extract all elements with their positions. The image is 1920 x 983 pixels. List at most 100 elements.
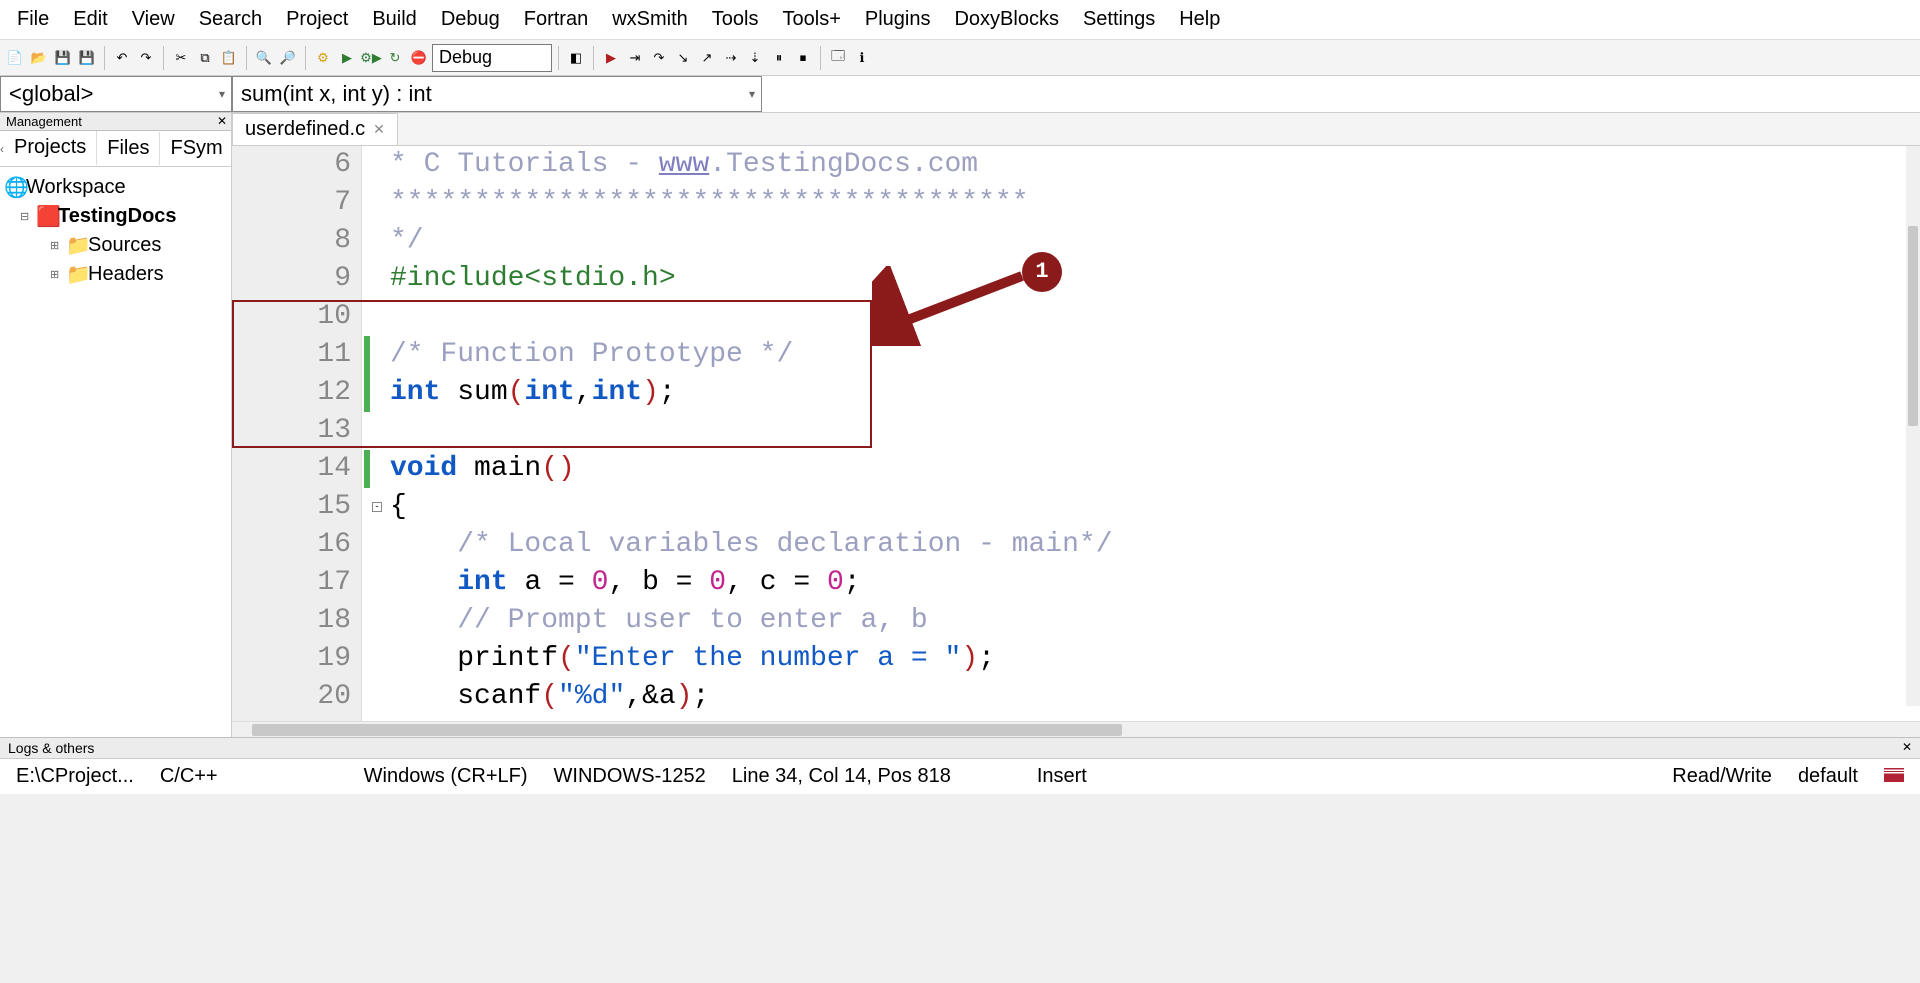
- run-to-cursor-icon[interactable]: ⇥: [624, 47, 646, 69]
- editor-tab-label: userdefined.c: [245, 118, 365, 141]
- line-number-gutter: 67891011121314151617181920: [232, 146, 362, 721]
- save-all-icon[interactable]: 💾: [76, 47, 98, 69]
- step-into-instr-icon[interactable]: ⇣: [744, 47, 766, 69]
- tree-project-label: TestingDocs: [58, 205, 177, 228]
- menu-fortran[interactable]: Fortran: [513, 4, 599, 35]
- menu-help[interactable]: Help: [1168, 4, 1231, 35]
- logs-title-label: Logs & others: [8, 740, 94, 756]
- undo-icon[interactable]: ↶: [111, 47, 133, 69]
- status-readwrite: Read/Write: [1660, 763, 1784, 790]
- management-tabs: ‹ Projects Files FSym ›: [0, 131, 231, 167]
- tree-workspace[interactable]: 🌐 Workspace: [2, 173, 229, 202]
- abort-icon[interactable]: ⛔: [408, 47, 430, 69]
- build-icon[interactable]: ⚙: [312, 47, 334, 69]
- toggle-source-header-icon[interactable]: ◧: [565, 47, 587, 69]
- scope-select-function[interactable]: sum(int x, int y) : int: [232, 76, 762, 112]
- management-title-label: Management: [6, 114, 82, 129]
- close-icon[interactable]: ✕: [217, 114, 227, 128]
- build-run-icon[interactable]: ⚙▶: [360, 47, 382, 69]
- tab-projects[interactable]: Projects: [4, 131, 97, 166]
- paste-icon[interactable]: 📋: [218, 47, 240, 69]
- horizontal-scrollbar[interactable]: [232, 721, 1920, 737]
- menu-tools[interactable]: Tools: [701, 4, 770, 35]
- workspace-icon: 🌐: [4, 175, 22, 200]
- redo-icon[interactable]: ↷: [135, 47, 157, 69]
- menu-debug[interactable]: Debug: [430, 4, 511, 35]
- status-profile: default: [1786, 763, 1870, 790]
- tree-sources[interactable]: ⊞ 📁 Sources: [2, 231, 229, 260]
- editor-tabs: userdefined.c ✕: [232, 113, 1920, 146]
- cut-icon[interactable]: ✂: [170, 47, 192, 69]
- menu-view[interactable]: View: [121, 4, 186, 35]
- next-line-icon[interactable]: ↷: [648, 47, 670, 69]
- debug-continue-icon[interactable]: ▶: [600, 47, 622, 69]
- fold-column: -: [372, 146, 384, 721]
- run-icon[interactable]: ▶: [336, 47, 358, 69]
- tab-files[interactable]: Files: [97, 132, 160, 165]
- code-content[interactable]: * C Tutorials - www.TestingDocs.com*****…: [384, 146, 1920, 721]
- project-tree: 🌐 Workspace ⊟ 🟥 TestingDocs ⊞ 📁 Sources …: [0, 167, 231, 295]
- tree-headers-label: Headers: [88, 263, 164, 286]
- stop-debugger-icon[interactable]: ⏹: [792, 47, 814, 69]
- replace-icon[interactable]: 🔎: [277, 47, 299, 69]
- close-logs-icon[interactable]: ✕: [1902, 740, 1912, 756]
- tree-toggle-icon[interactable]: ⊞: [50, 239, 62, 252]
- logs-panel-title: Logs & others ✕: [0, 737, 1920, 758]
- status-eol: Windows (CR+LF): [352, 763, 540, 790]
- editor-panel: userdefined.c ✕ 678910111213141516171819…: [232, 113, 1920, 737]
- menubar: File Edit View Search Project Build Debu…: [0, 0, 1920, 40]
- folder-icon: 📁: [66, 233, 84, 258]
- annotation-badge: 1: [1022, 252, 1062, 292]
- new-file-icon[interactable]: 📄: [4, 47, 26, 69]
- vertical-scrollbar[interactable]: [1906, 146, 1920, 706]
- menu-wxsmith[interactable]: wxSmith: [601, 4, 699, 35]
- next-instr-icon[interactable]: ⇢: [720, 47, 742, 69]
- menu-edit[interactable]: Edit: [62, 4, 118, 35]
- menu-settings[interactable]: Settings: [1072, 4, 1166, 35]
- status-encoding: WINDOWS-1252: [542, 763, 718, 790]
- tree-project[interactable]: ⊟ 🟥 TestingDocs: [2, 202, 229, 231]
- menu-build[interactable]: Build: [361, 4, 427, 35]
- save-icon[interactable]: 💾: [52, 47, 74, 69]
- menu-plugins[interactable]: Plugins: [854, 4, 942, 35]
- status-cursor-position: Line 34, Col 14, Pos 818: [720, 763, 963, 790]
- status-insert-mode: Insert: [1025, 763, 1099, 790]
- status-language: C/C++: [148, 763, 230, 790]
- horizontal-scrollbar-thumb[interactable]: [252, 724, 1122, 736]
- rebuild-icon[interactable]: ↻: [384, 47, 406, 69]
- status-locale-flag-icon: [1872, 763, 1916, 790]
- debugging-windows-icon[interactable]: 🗔: [827, 47, 849, 69]
- tree-workspace-label: Workspace: [26, 176, 126, 199]
- menu-file[interactable]: File: [6, 4, 60, 35]
- status-path: E:\CProject...: [4, 763, 146, 790]
- statusbar: E:\CProject... C/C++ Windows (CR+LF) WIN…: [0, 758, 1920, 794]
- vertical-scrollbar-thumb[interactable]: [1908, 226, 1918, 426]
- toolbar: 📄 📂 💾 💾 ↶ ↷ ✂ ⧉ 📋 🔍 🔎 ⚙ ▶ ⚙▶ ↻ ⛔ Debug ◧…: [0, 40, 1920, 76]
- menu-project[interactable]: Project: [275, 4, 359, 35]
- management-title: Management ✕: [0, 113, 231, 131]
- step-into-icon[interactable]: ↘: [672, 47, 694, 69]
- break-debugger-icon[interactable]: ⏸: [768, 47, 790, 69]
- code-editor[interactable]: 67891011121314151617181920 - * C Tutoria…: [232, 146, 1920, 721]
- change-marker-column: [362, 146, 372, 721]
- various-info-icon[interactable]: ℹ: [851, 47, 873, 69]
- tree-toggle-icon[interactable]: ⊟: [20, 210, 32, 223]
- build-target-select[interactable]: Debug: [432, 44, 552, 72]
- project-icon: 🟥: [36, 204, 54, 229]
- folder-icon: 📁: [66, 262, 84, 287]
- management-panel: Management ✕ ‹ Projects Files FSym › 🌐 W…: [0, 113, 232, 737]
- tab-fsymbols[interactable]: FSym: [160, 132, 233, 165]
- editor-tab-userdefined[interactable]: userdefined.c ✕: [232, 113, 398, 145]
- menu-tools-plus[interactable]: Tools+: [772, 4, 852, 35]
- find-icon[interactable]: 🔍: [253, 47, 275, 69]
- copy-icon[interactable]: ⧉: [194, 47, 216, 69]
- tree-toggle-icon[interactable]: ⊞: [50, 268, 62, 281]
- menu-doxyblocks[interactable]: DoxyBlocks: [943, 4, 1069, 35]
- tree-headers[interactable]: ⊞ 📁 Headers: [2, 260, 229, 289]
- scope-select-namespace[interactable]: <global>: [0, 76, 232, 112]
- tree-sources-label: Sources: [88, 234, 161, 257]
- step-out-icon[interactable]: ↗: [696, 47, 718, 69]
- open-file-icon[interactable]: 📂: [28, 47, 50, 69]
- close-tab-icon[interactable]: ✕: [373, 121, 385, 138]
- menu-search[interactable]: Search: [188, 4, 273, 35]
